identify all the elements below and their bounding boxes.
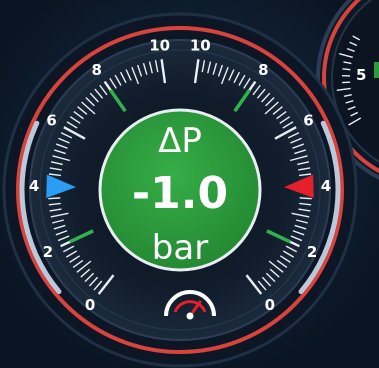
right-scale-label: 2 [307,243,317,261]
main-gauge: 0 2 4 6 8 10 0 2 4 6 8 10 ΔP -1.0 bar [2,12,358,368]
gauge-screen: 5 0 2 4 6 8 10 0 2 4 6 8 10 ΔP -1.0 bar [0,0,379,368]
right-scale-label: 8 [258,61,268,79]
gauge-title: ΔP [158,121,202,161]
right-scale-tick [299,197,312,200]
right-scale-label: 6 [303,112,313,130]
neighbor-scale-label: 5 [356,66,366,84]
pressure-gauge: 5 0 2 4 6 8 10 0 2 4 6 8 10 ΔP -1.0 bar [0,0,379,368]
left-scale-label: 10 [149,36,170,54]
left-scale-tick [48,197,61,200]
left-scale-label: 8 [91,61,101,79]
left-scale-label: 6 [46,112,56,130]
neighbor-scale-tick [342,68,351,71]
gauge-unit: bar [152,228,208,268]
left-scale-label: 0 [85,296,95,314]
left-scale-label: 4 [29,177,39,195]
gauge-value: -1.0 [132,168,228,219]
left-scale-label: 2 [43,243,53,261]
right-scale-label: 10 [190,36,211,54]
right-scale-label: 0 [265,296,275,314]
right-scale-label: 4 [321,177,331,195]
